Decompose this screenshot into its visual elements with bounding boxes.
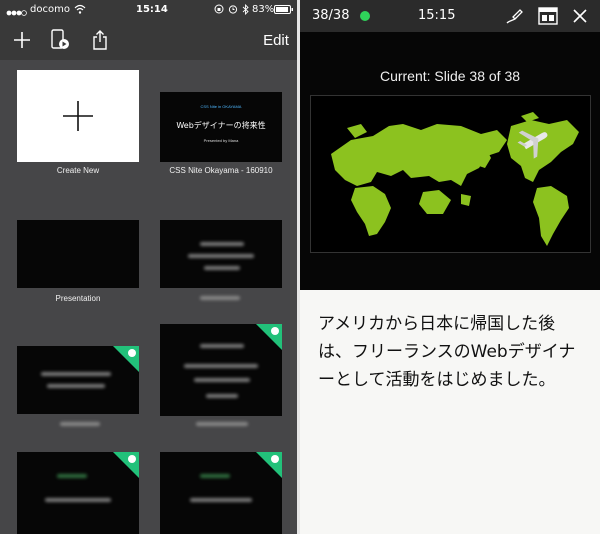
battery-icon	[274, 5, 294, 19]
slide-thumb-css-nite[interactable]: CSS Nite in OKAYAMA Webデザイナーの将来性 Present…	[160, 92, 282, 162]
status-bar: docomo 15:14 83%	[0, 0, 297, 20]
plus-icon	[63, 101, 93, 131]
slide-thumb-blurred[interactable]	[160, 452, 282, 534]
presenter-time: 15:15	[418, 8, 456, 23]
current-slide-stage: Current: Slide 38 of 38	[300, 32, 600, 290]
play-slideshow-button[interactable]	[46, 26, 74, 54]
user-icon	[271, 327, 279, 335]
edit-button[interactable]: Edit	[258, 26, 294, 54]
close-button[interactable]	[572, 8, 588, 28]
user-icon	[271, 455, 279, 463]
plus-icon	[14, 32, 30, 48]
battery-percent: 83%	[252, 4, 275, 15]
world-map-illustration	[331, 112, 579, 246]
slide-thumb-presentation[interactable]	[17, 220, 139, 288]
play-device-icon	[51, 29, 69, 49]
create-new-tile[interactable]	[17, 70, 139, 162]
share-icon	[93, 30, 107, 50]
presenter-header: 38/38 15:15	[300, 0, 600, 32]
signal-icon	[6, 7, 28, 21]
annotate-button[interactable]	[504, 6, 524, 30]
pen-icon	[506, 9, 523, 24]
slide-thumb-blurred[interactable]	[160, 324, 282, 416]
gallery-toolbar: Edit	[0, 20, 297, 60]
slide-top-text: CSS Nite in OKAYAMA	[200, 104, 242, 109]
slide-gallery-panel: docomo 15:14 83% Edit Create New CSS Nit…	[0, 0, 297, 534]
alarm-icon	[228, 4, 238, 19]
add-button[interactable]	[8, 26, 36, 54]
wifi-icon	[74, 4, 86, 19]
presenter-notes: アメリカから日本に帰国した後は、フリーランスのWebデザイナーとして活動をはじめ…	[300, 290, 600, 534]
slide-thumb-blurred[interactable]	[160, 220, 282, 288]
slide-counter: 38/38	[312, 8, 350, 23]
user-icon	[128, 455, 136, 463]
slide-title: Webデザイナーの将来性	[176, 121, 266, 130]
user-icon	[128, 349, 136, 357]
status-dot	[360, 11, 370, 21]
slide-caption: CSS Nite Okayama - 160910	[169, 166, 273, 175]
presenter-panel: 38/38 15:15 Current: Slide 38 of 38 アメリカ…	[300, 0, 600, 534]
carrier-label: docomo	[30, 4, 70, 15]
bluetooth-icon	[242, 3, 249, 20]
create-new-label: Create New	[56, 166, 100, 175]
slide-thumb-blurred[interactable]	[17, 346, 139, 414]
notes-text: アメリカから日本に帰国した後は、フリーランスのWebデザイナーとして活動をはじめ…	[318, 314, 576, 390]
close-icon	[573, 9, 587, 23]
status-time: 15:14	[136, 4, 168, 15]
slide-thumb-blurred[interactable]	[17, 452, 139, 534]
slide-byline: Presented by Mana	[203, 138, 239, 143]
lock-rotation-icon	[214, 4, 224, 19]
layout-button[interactable]	[538, 7, 558, 29]
layout-icon	[538, 7, 558, 25]
share-button[interactable]	[86, 26, 114, 54]
current-slide-label: Current: Slide 38 of 38	[379, 68, 521, 84]
slide-caption: Presentation	[55, 294, 101, 303]
current-slide-preview	[310, 95, 591, 253]
